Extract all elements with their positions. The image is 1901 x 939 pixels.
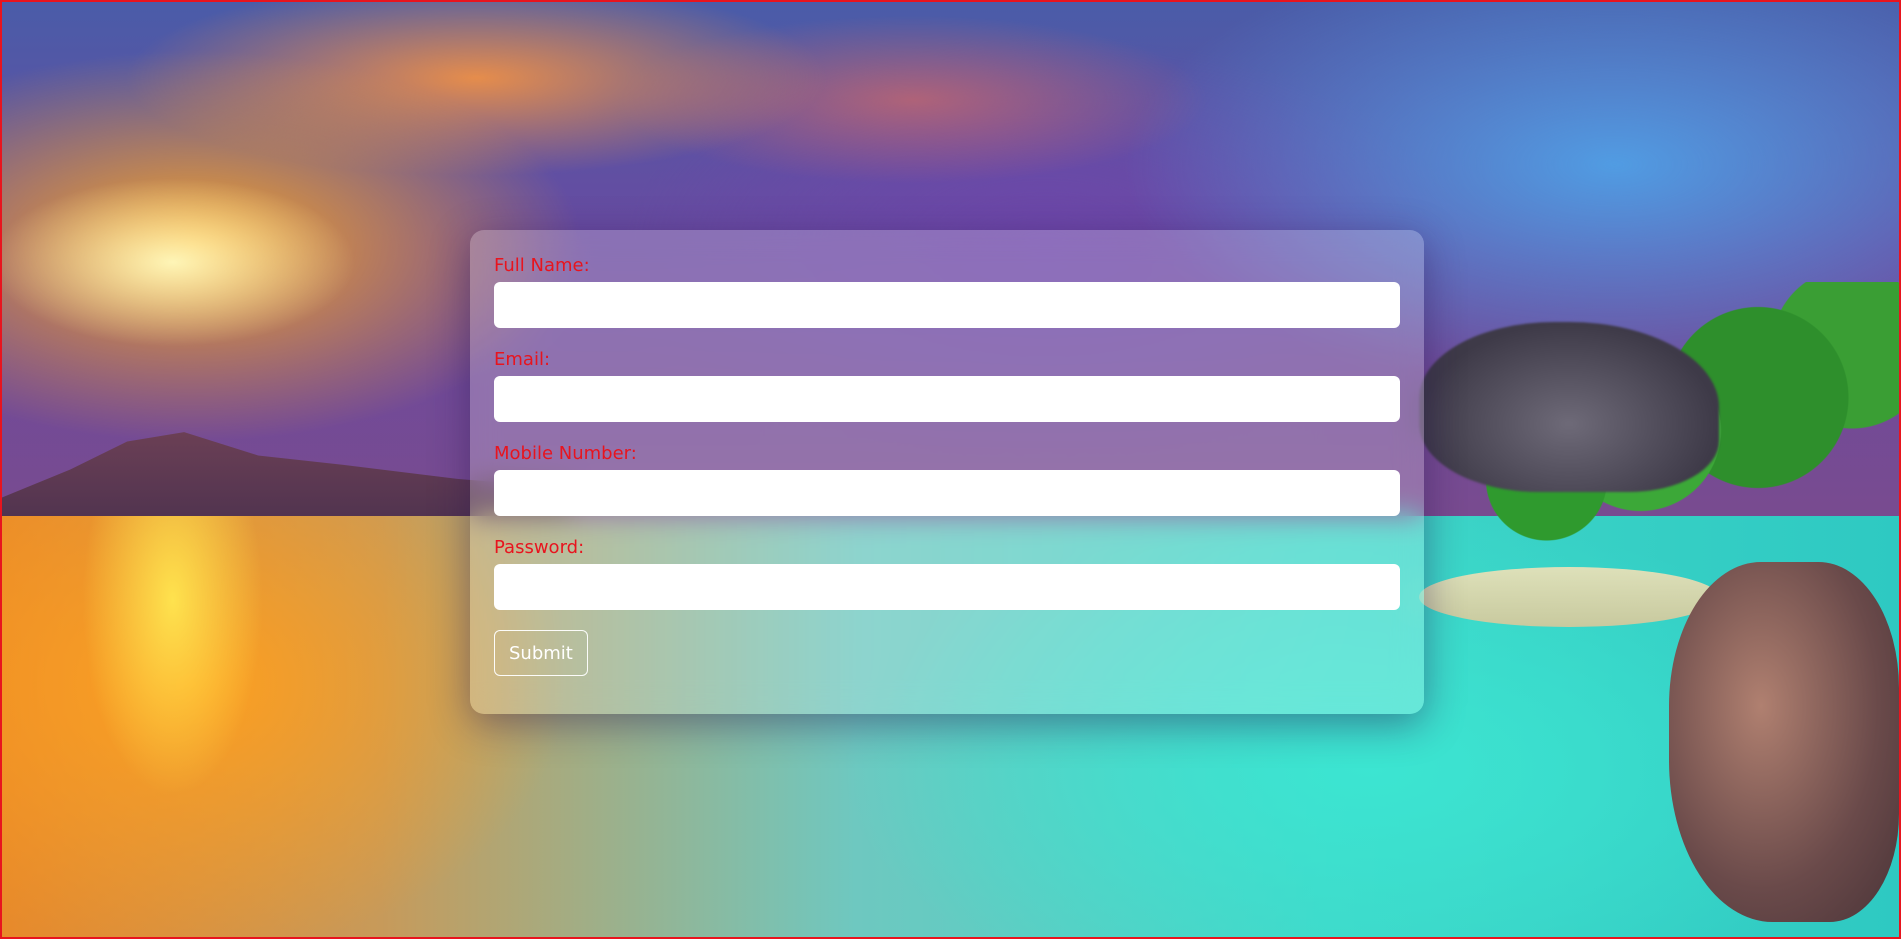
full-name-field: Full Name: <box>494 256 1400 328</box>
email-label: Email: <box>494 349 551 370</box>
mobile-number-field: Mobile Number: <box>494 444 1400 516</box>
password-label: Password: <box>494 537 585 558</box>
registration-form: Full Name: Email: Mobile Number: Passwor… <box>470 230 1424 714</box>
foreground-boulder <box>1669 562 1899 922</box>
full-name-label: Full Name: <box>494 255 590 276</box>
password-input[interactable] <box>494 564 1400 610</box>
beach-sand <box>1419 567 1719 627</box>
mobile-number-input[interactable] <box>494 470 1400 516</box>
email-field: Email: <box>494 350 1400 422</box>
page-frame: Full Name: Email: Mobile Number: Passwor… <box>0 0 1901 939</box>
submit-button[interactable]: Submit <box>494 630 588 676</box>
password-field: Password: <box>494 538 1400 610</box>
email-input[interactable] <box>494 376 1400 422</box>
mobile-number-label: Mobile Number: <box>494 443 637 464</box>
granite-rocks <box>1419 322 1719 492</box>
full-name-input[interactable] <box>494 282 1400 328</box>
